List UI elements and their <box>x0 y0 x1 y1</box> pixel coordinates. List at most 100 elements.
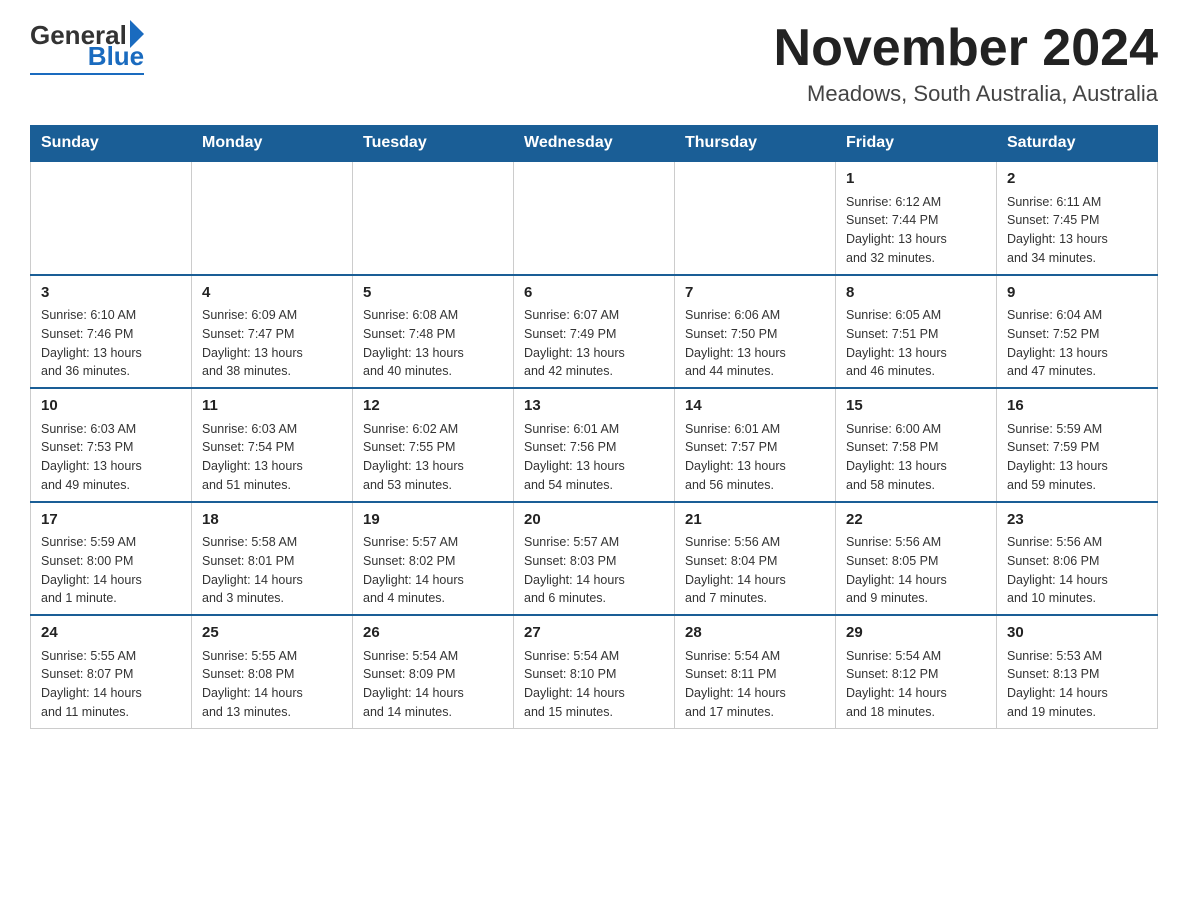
calendar-cell: 6Sunrise: 6:07 AM Sunset: 7:49 PM Daylig… <box>514 275 675 389</box>
calendar-week-row: 3Sunrise: 6:10 AM Sunset: 7:46 PM Daylig… <box>31 275 1158 389</box>
calendar-cell: 27Sunrise: 5:54 AM Sunset: 8:10 PM Dayli… <box>514 615 675 728</box>
calendar-cell: 10Sunrise: 6:03 AM Sunset: 7:53 PM Dayli… <box>31 388 192 502</box>
day-info: Sunrise: 6:03 AM Sunset: 7:53 PM Dayligh… <box>41 420 181 495</box>
calendar-cell: 16Sunrise: 5:59 AM Sunset: 7:59 PM Dayli… <box>997 388 1158 502</box>
day-info: Sunrise: 5:59 AM Sunset: 8:00 PM Dayligh… <box>41 533 181 608</box>
weekday-header-monday: Monday <box>192 126 353 162</box>
day-info: Sunrise: 5:54 AM Sunset: 8:12 PM Dayligh… <box>846 647 986 722</box>
day-number: 7 <box>685 282 825 305</box>
title-area: November 2024 Meadows, South Australia, … <box>774 20 1158 107</box>
calendar-cell: 7Sunrise: 6:06 AM Sunset: 7:50 PM Daylig… <box>675 275 836 389</box>
calendar-cell <box>31 161 192 275</box>
calendar-cell: 22Sunrise: 5:56 AM Sunset: 8:05 PM Dayli… <box>836 502 997 616</box>
weekday-header-friday: Friday <box>836 126 997 162</box>
calendar-week-row: 24Sunrise: 5:55 AM Sunset: 8:07 PM Dayli… <box>31 615 1158 728</box>
calendar-cell: 4Sunrise: 6:09 AM Sunset: 7:47 PM Daylig… <box>192 275 353 389</box>
day-number: 25 <box>202 622 342 645</box>
calendar-week-row: 17Sunrise: 5:59 AM Sunset: 8:00 PM Dayli… <box>31 502 1158 616</box>
day-number: 13 <box>524 395 664 418</box>
day-info: Sunrise: 6:03 AM Sunset: 7:54 PM Dayligh… <box>202 420 342 495</box>
location-subtitle: Meadows, South Australia, Australia <box>774 81 1158 107</box>
day-info: Sunrise: 6:00 AM Sunset: 7:58 PM Dayligh… <box>846 420 986 495</box>
day-number: 19 <box>363 509 503 532</box>
day-info: Sunrise: 5:57 AM Sunset: 8:03 PM Dayligh… <box>524 533 664 608</box>
calendar-cell: 28Sunrise: 5:54 AM Sunset: 8:11 PM Dayli… <box>675 615 836 728</box>
day-number: 2 <box>1007 168 1147 191</box>
weekday-header-tuesday: Tuesday <box>353 126 514 162</box>
day-number: 21 <box>685 509 825 532</box>
calendar-week-row: 1Sunrise: 6:12 AM Sunset: 7:44 PM Daylig… <box>31 161 1158 275</box>
day-info: Sunrise: 5:56 AM Sunset: 8:04 PM Dayligh… <box>685 533 825 608</box>
day-number: 12 <box>363 395 503 418</box>
calendar-cell: 20Sunrise: 5:57 AM Sunset: 8:03 PM Dayli… <box>514 502 675 616</box>
day-number: 6 <box>524 282 664 305</box>
logo: General Blue <box>30 20 144 75</box>
calendar-cell: 23Sunrise: 5:56 AM Sunset: 8:06 PM Dayli… <box>997 502 1158 616</box>
calendar-header: SundayMondayTuesdayWednesdayThursdayFrid… <box>31 126 1158 162</box>
logo-underline <box>30 73 144 75</box>
day-info: Sunrise: 6:06 AM Sunset: 7:50 PM Dayligh… <box>685 306 825 381</box>
day-number: 8 <box>846 282 986 305</box>
day-number: 22 <box>846 509 986 532</box>
day-number: 15 <box>846 395 986 418</box>
day-number: 26 <box>363 622 503 645</box>
calendar-cell <box>192 161 353 275</box>
calendar-cell: 12Sunrise: 6:02 AM Sunset: 7:55 PM Dayli… <box>353 388 514 502</box>
weekday-header-saturday: Saturday <box>997 126 1158 162</box>
calendar-cell: 30Sunrise: 5:53 AM Sunset: 8:13 PM Dayli… <box>997 615 1158 728</box>
day-info: Sunrise: 5:56 AM Sunset: 8:06 PM Dayligh… <box>1007 533 1147 608</box>
calendar-cell: 21Sunrise: 5:56 AM Sunset: 8:04 PM Dayli… <box>675 502 836 616</box>
day-info: Sunrise: 6:05 AM Sunset: 7:51 PM Dayligh… <box>846 306 986 381</box>
day-number: 14 <box>685 395 825 418</box>
day-info: Sunrise: 6:12 AM Sunset: 7:44 PM Dayligh… <box>846 193 986 268</box>
calendar-cell: 18Sunrise: 5:58 AM Sunset: 8:01 PM Dayli… <box>192 502 353 616</box>
day-info: Sunrise: 5:55 AM Sunset: 8:07 PM Dayligh… <box>41 647 181 722</box>
day-info: Sunrise: 5:54 AM Sunset: 8:10 PM Dayligh… <box>524 647 664 722</box>
calendar-cell: 15Sunrise: 6:00 AM Sunset: 7:58 PM Dayli… <box>836 388 997 502</box>
calendar-cell: 8Sunrise: 6:05 AM Sunset: 7:51 PM Daylig… <box>836 275 997 389</box>
calendar-cell: 1Sunrise: 6:12 AM Sunset: 7:44 PM Daylig… <box>836 161 997 275</box>
day-info: Sunrise: 5:57 AM Sunset: 8:02 PM Dayligh… <box>363 533 503 608</box>
day-number: 3 <box>41 282 181 305</box>
day-number: 10 <box>41 395 181 418</box>
calendar-cell: 29Sunrise: 5:54 AM Sunset: 8:12 PM Dayli… <box>836 615 997 728</box>
day-number: 4 <box>202 282 342 305</box>
calendar-cell: 19Sunrise: 5:57 AM Sunset: 8:02 PM Dayli… <box>353 502 514 616</box>
day-number: 29 <box>846 622 986 645</box>
month-title: November 2024 <box>774 20 1158 77</box>
day-number: 20 <box>524 509 664 532</box>
day-info: Sunrise: 5:58 AM Sunset: 8:01 PM Dayligh… <box>202 533 342 608</box>
calendar-cell: 11Sunrise: 6:03 AM Sunset: 7:54 PM Dayli… <box>192 388 353 502</box>
day-info: Sunrise: 5:59 AM Sunset: 7:59 PM Dayligh… <box>1007 420 1147 495</box>
day-number: 24 <box>41 622 181 645</box>
calendar-cell <box>514 161 675 275</box>
day-info: Sunrise: 6:02 AM Sunset: 7:55 PM Dayligh… <box>363 420 503 495</box>
day-number: 9 <box>1007 282 1147 305</box>
day-number: 28 <box>685 622 825 645</box>
calendar-cell: 24Sunrise: 5:55 AM Sunset: 8:07 PM Dayli… <box>31 615 192 728</box>
day-number: 5 <box>363 282 503 305</box>
day-number: 16 <box>1007 395 1147 418</box>
calendar-body: 1Sunrise: 6:12 AM Sunset: 7:44 PM Daylig… <box>31 161 1158 728</box>
calendar-cell: 13Sunrise: 6:01 AM Sunset: 7:56 PM Dayli… <box>514 388 675 502</box>
day-info: Sunrise: 5:54 AM Sunset: 8:11 PM Dayligh… <box>685 647 825 722</box>
page-header: General Blue November 2024 Meadows, Sout… <box>30 20 1158 107</box>
day-number: 27 <box>524 622 664 645</box>
day-info: Sunrise: 6:09 AM Sunset: 7:47 PM Dayligh… <box>202 306 342 381</box>
day-number: 23 <box>1007 509 1147 532</box>
calendar-cell: 17Sunrise: 5:59 AM Sunset: 8:00 PM Dayli… <box>31 502 192 616</box>
day-info: Sunrise: 6:04 AM Sunset: 7:52 PM Dayligh… <box>1007 306 1147 381</box>
day-info: Sunrise: 6:08 AM Sunset: 7:48 PM Dayligh… <box>363 306 503 381</box>
day-number: 1 <box>846 168 986 191</box>
weekday-header-sunday: Sunday <box>31 126 192 162</box>
calendar-cell: 25Sunrise: 5:55 AM Sunset: 8:08 PM Dayli… <box>192 615 353 728</box>
calendar-cell: 2Sunrise: 6:11 AM Sunset: 7:45 PM Daylig… <box>997 161 1158 275</box>
day-info: Sunrise: 5:54 AM Sunset: 8:09 PM Dayligh… <box>363 647 503 722</box>
calendar-cell: 3Sunrise: 6:10 AM Sunset: 7:46 PM Daylig… <box>31 275 192 389</box>
logo-blue-text: Blue <box>88 41 144 72</box>
day-info: Sunrise: 6:01 AM Sunset: 7:57 PM Dayligh… <box>685 420 825 495</box>
day-number: 30 <box>1007 622 1147 645</box>
day-number: 18 <box>202 509 342 532</box>
day-number: 11 <box>202 395 342 418</box>
calendar-cell: 9Sunrise: 6:04 AM Sunset: 7:52 PM Daylig… <box>997 275 1158 389</box>
